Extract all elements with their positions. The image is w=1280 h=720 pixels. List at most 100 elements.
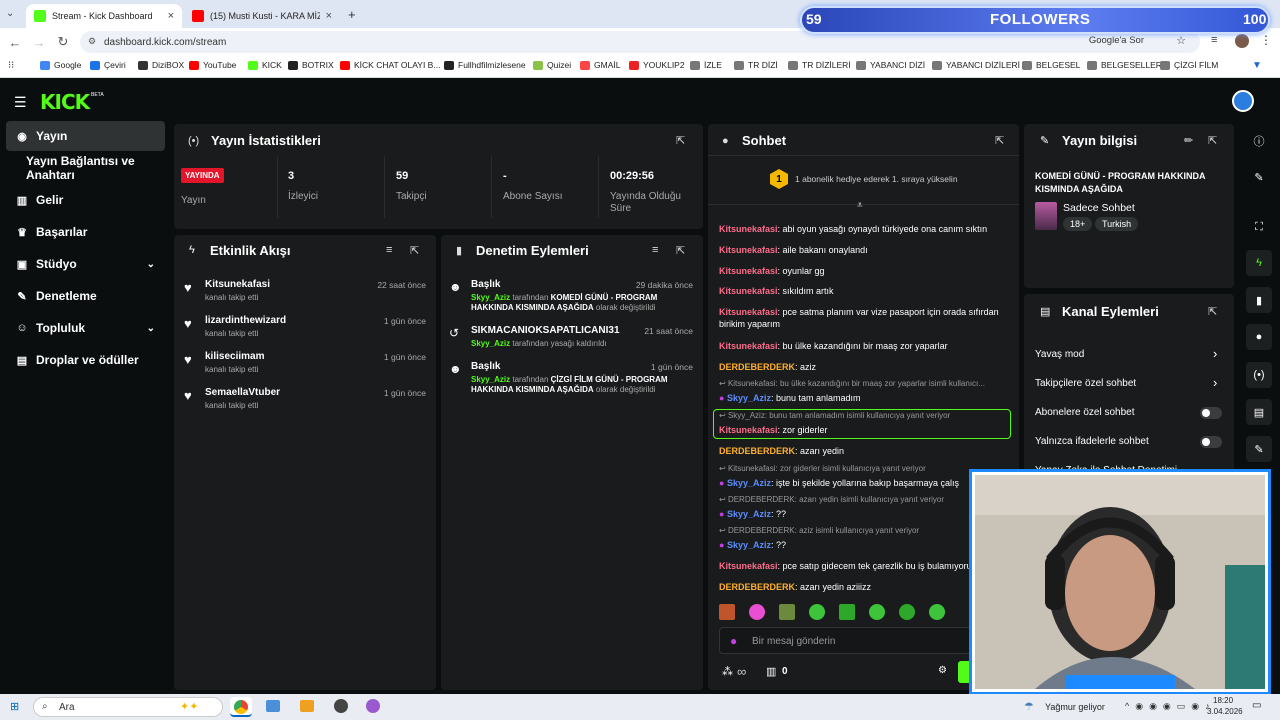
back-icon[interactable]: ← (7, 34, 23, 50)
emote-icon[interactable] (779, 604, 795, 620)
profile-avatar[interactable] (1235, 34, 1249, 48)
browser-menu-icon[interactable]: ⋮ (1260, 33, 1272, 47)
wrench-icon[interactable]: ✎ (1246, 436, 1272, 462)
sidebar-item-droplar[interactable]: ▤ Droplar ve ödüller (6, 345, 165, 375)
chat-username[interactable]: Skyy_Aziz (727, 540, 771, 550)
media-control-icon[interactable]: ≡ (1211, 34, 1217, 46)
sidebar-item-gelir[interactable]: ▥ Gelir (6, 185, 165, 215)
chat-reply-context[interactable]: ↩ Kitsunekafasi: zor giderler isimli kul… (719, 464, 1009, 473)
chat-reply-context[interactable]: ↩ DERDEBERDERK: aziz isimli kullanıcıya … (719, 526, 1009, 535)
chat-username[interactable]: Skyy_Aziz (727, 509, 771, 519)
hamburger-menu-icon[interactable]: ☰ (14, 94, 27, 111)
bookmark-item[interactable]: BOTRIX (288, 60, 334, 70)
chevron-right-icon[interactable]: › (1213, 375, 1217, 390)
bookmark-item[interactable]: TR DİZİLERİ (788, 60, 851, 70)
ai-moderation-label[interactable]: Yapay Zeka ile Sohbet Denetimi (1035, 465, 1177, 472)
broadcast-icon[interactable]: (•) (1246, 362, 1272, 388)
activity-username[interactable]: Kitsunekafasi (205, 279, 270, 290)
chat-reply-context[interactable]: ↩ Kitsunekafasi: bu ülke kazandığını bir… (719, 379, 1009, 388)
url-field[interactable]: ⚙ dashboard.kick.com/stream Google'a Sor… (80, 31, 1200, 53)
gift-leaderboard-text[interactable]: 1 abonelik hediye ederek 1. sıraya yükse… (795, 174, 958, 184)
pinned-collapse-icon[interactable]: ⩡ (857, 200, 863, 211)
bookmark-item[interactable]: Quizei (533, 60, 571, 70)
emote-only-toggle[interactable] (1200, 436, 1222, 448)
close-tab-icon[interactable]: × (168, 10, 174, 22)
app-taskbar-icon[interactable] (366, 699, 380, 713)
weather-text[interactable]: Yağmur geliyor (1045, 702, 1105, 712)
google-ask-button[interactable]: Google'a Sor (1089, 35, 1144, 46)
tab-kick-dashboard[interactable]: Stream - Kick Dashboard × (26, 4, 182, 28)
clock-date[interactable]: 3.04.2026 (1207, 707, 1243, 716)
notification-icon[interactable]: ▭ (1252, 700, 1261, 711)
channel-actions-icon[interactable]: ▤ (1246, 399, 1272, 425)
chat-username[interactable]: Skyy_Aziz (727, 478, 771, 488)
bookmark-item[interactable]: KİCK CHAT OLAYI B... (340, 60, 440, 70)
sidebar-item-topluluk[interactable]: ☺ Topluluk ⌄ (6, 313, 165, 343)
bookmark-item[interactable]: DiziBOX (138, 60, 184, 70)
moderator-username[interactable]: Skyy_Aziz (471, 375, 510, 384)
sidebar-item-stream-key[interactable]: Yayın Bağlantısı ve Anahtarı (6, 153, 165, 183)
chat-message-input[interactable]: ● Bir mesaj gönderin (719, 627, 979, 654)
chat-username[interactable]: Skyy_Aziz (727, 393, 771, 403)
taskbar-search-box[interactable]: ⌕ Ara ✦✦ (33, 697, 223, 717)
gift-icon[interactable]: ▥ (766, 665, 776, 678)
bookmark-item[interactable]: Fullhdfilmizlesene (444, 60, 526, 70)
forward-icon[interactable]: → (31, 34, 47, 50)
bookmark-item[interactable]: Google (40, 60, 81, 70)
bookmark-item[interactable]: YOUKLIP2 (629, 60, 685, 70)
activity-username[interactable]: SemaellaVtuber (205, 387, 280, 398)
reload-icon[interactable]: ↻ (55, 34, 71, 50)
tab-youtube[interactable]: (15) Musti Kusti - KARA MİZAH × (184, 4, 340, 28)
slow-mode-label[interactable]: Yavaş mod (1035, 349, 1084, 360)
edit-icon[interactable]: ✎ (1246, 164, 1272, 190)
moderator-username[interactable]: Skyy_Aziz (471, 339, 510, 348)
bookmark-item[interactable]: Çeviri (90, 60, 126, 70)
sidebar-item-yayin[interactable]: ◉ Yayın (6, 121, 165, 151)
bookmark-extension-icon[interactable]: ▼ (1252, 60, 1262, 71)
apps-grid-icon[interactable]: ⁝⁝ (8, 60, 14, 71)
popout-icon[interactable]: ⇱ (676, 244, 685, 257)
popout-icon[interactable]: ⇱ (1208, 305, 1217, 318)
chat-username[interactable]: DERDEBERDERK (719, 446, 795, 456)
activity-username[interactable]: kiliseciimam (205, 351, 264, 362)
rewards-icon[interactable]: ⁂ (722, 665, 733, 678)
close-tab-icon[interactable]: × (326, 10, 332, 22)
lightning-icon[interactable]: ϟ (1246, 250, 1272, 276)
info-icon[interactable]: ⓘ (1246, 128, 1272, 154)
popout-icon[interactable]: ⇱ (410, 244, 419, 257)
chat-username[interactable]: Kitsunekafasi (719, 307, 778, 317)
obs-taskbar-icon[interactable] (334, 699, 348, 713)
bookmark-item[interactable]: BELGESEL (1022, 60, 1080, 70)
emote-icon[interactable] (899, 604, 915, 620)
tab-search-icon[interactable]: ⌄ (6, 8, 14, 19)
user-avatar[interactable] (1232, 90, 1254, 112)
bookmark-item[interactable]: BELGESELLER (1087, 60, 1162, 70)
chat-username[interactable]: Kitsunekafasi (719, 266, 778, 276)
chat-username[interactable]: Kitsunekafasi (719, 224, 778, 234)
chat-reply-context[interactable]: ↩ DERDEBERDERK: azarı yedin isimli kulla… (719, 495, 1009, 504)
popout-icon[interactable]: ⇱ (1208, 134, 1217, 147)
chat-bubble-icon[interactable]: ● (1246, 324, 1272, 350)
bookmark-item[interactable]: YABANCI DİZİLERİ (932, 60, 1020, 70)
explorer-taskbar-icon[interactable] (266, 700, 280, 712)
kick-logo[interactable]: KICK (40, 90, 90, 114)
chat-username[interactable]: Kitsunekafasi (719, 341, 778, 351)
microphone-icon[interactable]: ● (730, 634, 737, 648)
chat-username[interactable]: DERDEBERDERK (719, 582, 795, 592)
filter-icon[interactable]: ≡ (652, 244, 658, 256)
media-taskbar-icon[interactable] (300, 700, 314, 712)
filter-icon[interactable]: ≡ (386, 244, 392, 256)
sidebar-item-basarilar[interactable]: ♛ Başarılar (6, 217, 165, 247)
bookmark-item[interactable]: İZLE (690, 60, 722, 70)
popout-icon[interactable]: ⇱ (676, 134, 685, 147)
bookmark-item[interactable]: YABANCI DİZİ (856, 60, 925, 70)
windows-start-icon[interactable]: ⊞ (10, 700, 19, 713)
bookmark-star-icon[interactable]: ☆ (1176, 34, 1186, 47)
system-tray-icons[interactable]: ^◉◉◉▭◉♪ (1125, 701, 1216, 712)
chat-username[interactable]: Kitsunekafasi (719, 245, 778, 255)
chat-username[interactable]: Kitsunekafasi (719, 561, 778, 571)
emote-icon[interactable] (809, 604, 825, 620)
subscribers-only-toggle[interactable] (1200, 407, 1222, 419)
emote-icon[interactable] (839, 604, 855, 620)
new-tab-icon[interactable]: + (348, 7, 356, 22)
